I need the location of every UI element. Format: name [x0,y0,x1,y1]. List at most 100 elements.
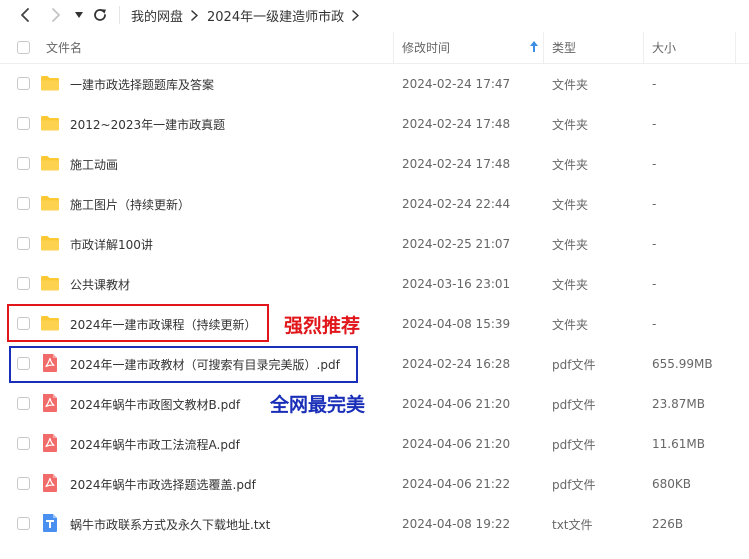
file-type: txt文件 [552,517,593,532]
row-checkbox[interactable] [17,237,30,250]
chevron-right-icon [52,8,60,22]
table-row[interactable]: 2024年蜗牛市政选择题选覆盖.pdf 2024-04-06 21:22 pdf文件… [0,464,749,504]
file-type: 文件夹 [552,157,589,172]
file-type: 文件夹 [552,117,589,132]
history-dropdown-button[interactable] [69,5,89,25]
row-checkbox[interactable] [17,197,30,210]
row-checkbox[interactable] [17,277,30,290]
table-row[interactable]: 2024年蜗牛市政图文教材B.pdf 2024-04-06 21:20 pdf文件 2… [0,384,749,424]
modified-time: 2024-02-24 17:48 [402,117,511,131]
best-highlight-box [9,346,358,383]
pdf-icon [40,473,60,493]
column-header-name[interactable]: 文件名 [46,32,82,63]
file-name[interactable]: 2024年蜗牛市政工法流程A.pdf [70,424,240,464]
row-checkbox[interactable] [17,77,30,90]
toolbar-divider [119,6,120,24]
modified-time: 2024-04-06 21:20 [402,397,511,411]
folder-icon [40,73,60,93]
column-divider [393,32,394,63]
row-checkbox[interactable] [17,397,30,410]
row-checkbox[interactable] [17,117,30,130]
folder-icon [40,273,60,293]
file-type: 文件夹 [552,237,589,252]
column-header-type[interactable]: 类型 [552,32,576,63]
file-type: 文件夹 [552,77,589,92]
table-row[interactable]: 2024年蜗牛市政工法流程A.pdf 2024-04-06 21:20 pdf文件 1… [0,424,749,464]
modified-time: 2024-02-24 17:47 [402,77,511,91]
table-row[interactable]: 蜗牛市政联系方式及永久下载地址.txt 2024-04-08 19:22 txt文件… [0,504,749,544]
modified-time: 2024-04-06 21:22 [402,477,511,491]
file-type: 文件夹 [552,277,589,292]
annotation-best: 全网最完美 [270,394,366,416]
breadcrumb-separator-icon [191,9,198,21]
modified-time: 2024-04-08 15:39 [402,317,511,331]
refresh-icon [94,9,106,21]
folder-icon [40,233,60,253]
caret-down-icon [75,12,83,18]
file-size: 23.87MB [652,397,705,411]
pdf-icon [40,393,60,413]
file-name[interactable]: 公共课教材 [70,264,130,304]
column-divider [643,32,644,63]
table-row[interactable]: 公共课教材 2024-03-16 23:01 文件夹 - [0,264,749,304]
row-checkbox[interactable] [17,157,30,170]
file-size: 680KB [652,477,692,491]
file-size: - [652,277,657,291]
breadcrumb: 我的网盘 2024年一级建造师市政 [131,6,368,25]
forward-button[interactable] [46,5,66,25]
table-row[interactable]: 市政详解100讲 2024-02-25 21:07 文件夹 - [0,224,749,264]
modified-time: 2024-02-24 16:28 [402,357,511,371]
folder-icon [40,193,60,213]
breadcrumb-item-root[interactable]: 我的网盘 [131,6,183,25]
sort-ascending-icon [530,41,538,55]
folder-icon [40,113,60,133]
back-button[interactable] [15,5,35,25]
column-header-time[interactable]: 修改时间 [402,32,544,63]
file-size: - [652,237,657,251]
select-all-checkbox[interactable] [17,41,30,54]
file-type: pdf文件 [552,477,596,492]
file-name[interactable]: 市政详解100讲 [70,224,153,264]
column-divider [543,32,544,63]
row-checkbox[interactable] [17,517,30,530]
file-name[interactable]: 施工动画 [70,144,118,184]
annotation-recommend: 强烈推荐 [284,315,361,337]
table-row[interactable]: 2012~2023年一建市政真题 2024-02-24 17:48 文件夹 - [0,104,749,144]
modified-time: 2024-02-24 17:48 [402,157,511,171]
column-header-size[interactable]: 大小 [652,32,676,63]
folder-icon [40,153,60,173]
modified-time: 2024-02-25 21:07 [402,237,511,251]
modified-time: 2024-04-08 19:22 [402,517,511,531]
file-name[interactable]: 一建市政选择题题库及答案 [70,64,214,104]
file-size: 11.61MB [652,437,705,451]
txt-icon [40,513,60,533]
modified-time: 2024-03-16 23:01 [402,277,511,291]
modified-time: 2024-02-24 22:44 [402,197,511,211]
table-row[interactable]: 施工图片（持续更新） 2024-02-24 22:44 文件夹 - [0,184,749,224]
refresh-button[interactable] [90,5,110,25]
file-name[interactable]: 2024年蜗牛市政图文教材B.pdf [70,384,240,424]
file-size: - [652,117,657,131]
table-row[interactable]: 一建市政选择题题库及答案 2024-02-24 17:47 文件夹 - [0,64,749,104]
modified-time: 2024-04-06 21:20 [402,437,511,451]
file-name[interactable]: 2012~2023年一建市政真题 [70,104,225,144]
file-size: 226B [652,517,684,531]
column-header-time-label: 修改时间 [402,41,451,55]
file-type: 文件夹 [552,317,589,332]
recommend-highlight-box [7,304,269,342]
breadcrumb-separator-icon [352,9,359,21]
file-name[interactable]: 施工图片（持续更新） [70,184,190,224]
pdf-icon [40,433,60,453]
table-row[interactable]: 施工动画 2024-02-24 17:48 文件夹 - [0,144,749,184]
row-checkbox[interactable] [17,477,30,490]
row-checkbox[interactable] [17,437,30,450]
file-name[interactable]: 2024年蜗牛市政选择题选覆盖.pdf [70,464,256,504]
file-type: pdf文件 [552,437,596,452]
chevron-left-icon [21,8,29,22]
file-type: pdf文件 [552,357,596,372]
breadcrumb-item-current[interactable]: 2024年一级建造师市政 [207,6,344,25]
column-divider [735,32,736,63]
file-name[interactable]: 蜗牛市政联系方式及永久下载地址.txt [70,504,270,544]
file-size: - [652,77,657,91]
file-size: - [652,197,657,211]
